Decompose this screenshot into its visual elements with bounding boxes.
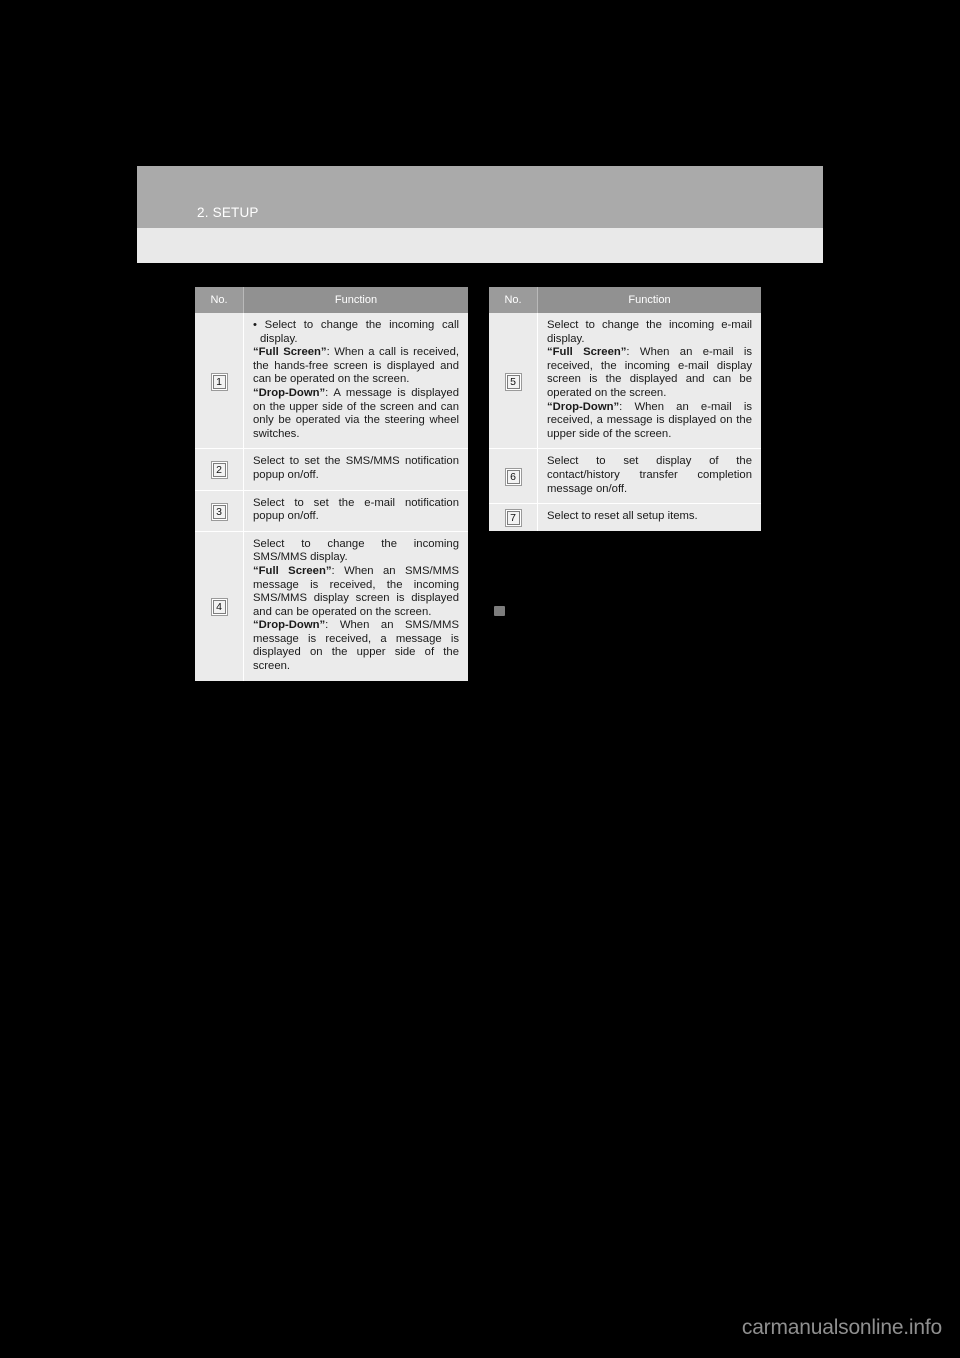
column-header-function: Function (537, 287, 761, 313)
function-paragraph: “Full Screen”: When an SMS/MMS message i… (253, 564, 459, 618)
function-paragraph: “Drop-Down”: A message is displayed on t… (253, 386, 459, 440)
column-header-no: No. (489, 287, 538, 313)
row-number-cell: 2 (195, 448, 244, 491)
row-function-cell: • Select to change the incoming call dis… (243, 313, 468, 449)
option-name: “Drop-Down” (547, 400, 620, 413)
table-row: 3 Select to set the e-mail notification p… (195, 489, 468, 532)
function-paragraph: “Full Screen”: When an e-mail is receive… (547, 346, 752, 399)
square-bullet-marker (494, 606, 505, 616)
table-body-right: 5 Select to change the incoming e-mail di… (489, 313, 761, 531)
number-box-icon: 5 (506, 374, 520, 389)
column-header-function: Function (243, 287, 468, 313)
function-paragraph: Select to change the incoming SMS/MMS di… (253, 537, 459, 564)
table-row: 7 Select to reset all setup items. (489, 503, 761, 531)
number-box-icon: 6 (506, 470, 520, 485)
row-function-cell: Select to reset all setup items. (537, 503, 761, 531)
function-paragraph: Select to set the SMS/MMS notification p… (253, 455, 459, 481)
function-paragraph: Select to set the e-mail notification po… (253, 496, 459, 523)
row-function-cell: Select to set display of the contact/his… (537, 448, 761, 504)
number-box-icon: 7 (506, 511, 520, 526)
row-number-cell: 4 (195, 530, 244, 681)
table-row: 2 Select to set the SMS/MMS notification … (195, 448, 468, 491)
row-number-cell: 1 (195, 313, 244, 449)
option-name: “Full Screen” (253, 346, 327, 359)
site-watermark: carmanualsonline.info (741, 1316, 942, 1339)
option-name: “Full Screen” (547, 346, 627, 359)
option-name: “Drop-Down” (253, 619, 326, 632)
table-row: 1 • Select to change the incoming call di… (195, 313, 468, 449)
table-row: 6 Select to set display of the contact/hi… (489, 448, 761, 504)
number-box-icon: 3 (212, 504, 226, 519)
number-box-icon: 1 (212, 374, 226, 389)
row-number-cell: 5 (489, 313, 538, 449)
row-number-cell: 6 (489, 448, 538, 504)
table-row: 5 Select to change the incoming e-mail di… (489, 313, 761, 449)
table-header-row: No. Function (195, 287, 468, 313)
function-table-left: No. Function 1 • Select to change the inc… (195, 287, 468, 681)
page-title: 2. SETUP (197, 205, 259, 220)
function-paragraph: “Drop-Down”: When an e-mail is received,… (547, 400, 752, 440)
function-paragraph: “Drop-Down”: When an SMS/MMS message is … (253, 619, 459, 673)
function-paragraph: Select to reset all setup items. (547, 510, 698, 523)
function-paragraph: Select to set display of the contact/his… (547, 455, 752, 495)
row-number-cell: 3 (195, 489, 244, 532)
number-box-icon: 4 (212, 600, 226, 615)
function-paragraph: Select to change the incoming e-mail dis… (547, 319, 752, 345)
page-subheader-band (137, 228, 823, 263)
table-header-row: No. Function (489, 287, 761, 313)
row-function-cell: Select to change the incoming SMS/MMS di… (243, 530, 468, 681)
page-header-band: 2. SETUP (137, 166, 823, 228)
option-name: “Drop-Down” (253, 386, 326, 399)
table-body-left: 1 • Select to change the incoming call di… (195, 313, 468, 681)
row-function-cell: Select to set the e-mail notification po… (243, 489, 468, 532)
function-table-right: No. Function 5 Select to change the incom… (489, 287, 761, 531)
row-function-cell: Select to set the SMS/MMS notification p… (243, 448, 468, 491)
row-number-cell: 7 (489, 503, 538, 531)
table-row: 4 Select to change the incoming SMS/MMS d… (195, 530, 468, 681)
row-function-cell: Select to change the incoming e-mail dis… (537, 313, 761, 449)
number-box-icon: 2 (212, 463, 226, 478)
function-paragraph: “Full Screen”: When a call is received, … (253, 346, 460, 386)
option-name: “Full Screen” (253, 564, 332, 577)
column-header-no: No. (195, 287, 244, 313)
function-paragraph: • Select to change the incoming call dis… (253, 319, 459, 345)
